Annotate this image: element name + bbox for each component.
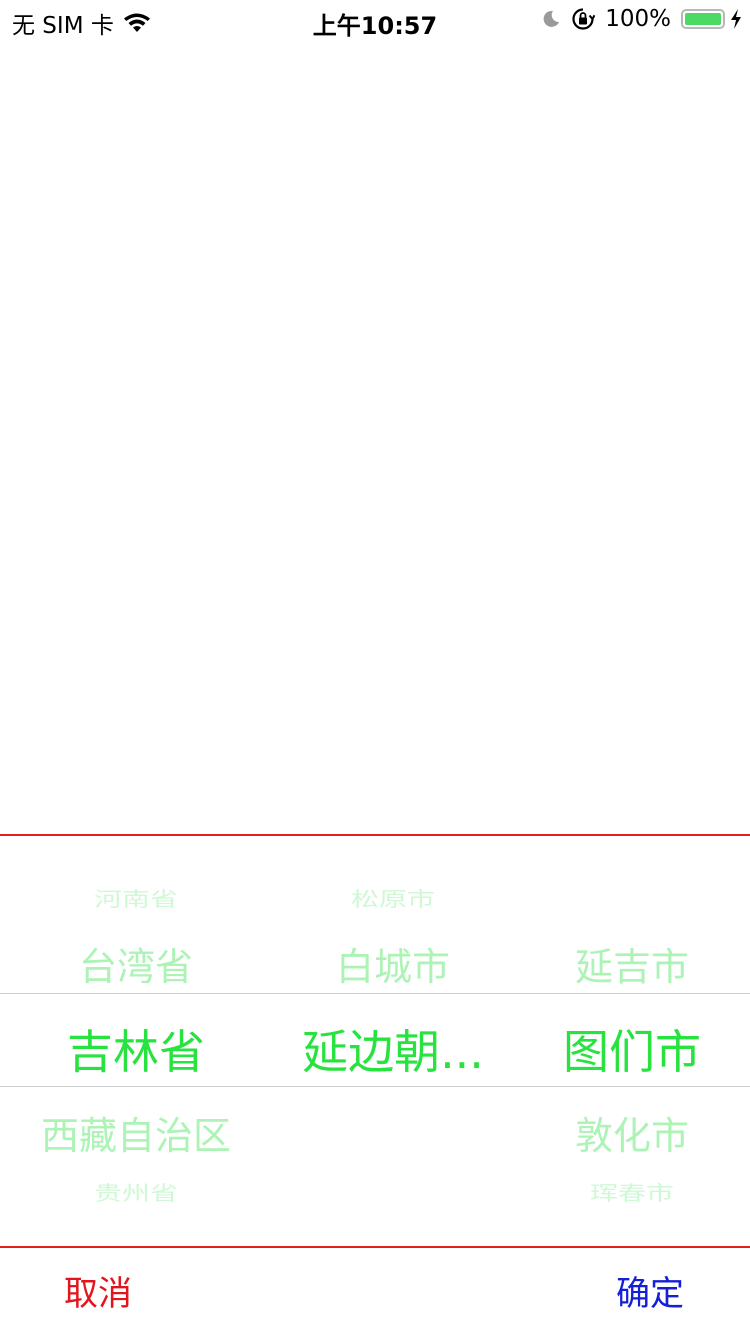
province-option[interactable]: 贵州省 bbox=[0, 1178, 272, 1207]
picker-bottom-border bbox=[0, 1246, 750, 1248]
city-column[interactable]: 松原市 白城市 延边朝... bbox=[272, 836, 514, 1246]
battery-icon bbox=[681, 9, 725, 29]
province-column[interactable]: 河南省 台湾省 吉林省 西藏自治区 贵州省 bbox=[0, 836, 272, 1246]
confirm-button[interactable]: 确定 bbox=[616, 1266, 684, 1315]
city-option[interactable]: 松原市 bbox=[272, 884, 514, 913]
city-option[interactable]: 白城市 bbox=[272, 936, 514, 991]
cancel-button[interactable]: 取消 bbox=[64, 1266, 132, 1315]
district-option[interactable]: 珲春市 bbox=[514, 1178, 750, 1207]
district-selected[interactable]: 图们市 bbox=[514, 1016, 750, 1082]
district-option[interactable]: 敦化市 bbox=[514, 1105, 750, 1160]
province-selected[interactable]: 吉林省 bbox=[0, 1016, 272, 1082]
orientation-lock-icon bbox=[571, 7, 596, 31]
battery-fill bbox=[685, 13, 721, 25]
region-picker[interactable]: 河南省 台湾省 吉林省 西藏自治区 贵州省 松原市 白城市 延边朝... 延吉市… bbox=[0, 836, 750, 1246]
moon-icon bbox=[541, 9, 561, 29]
district-option[interactable]: 延吉市 bbox=[514, 936, 750, 991]
province-option[interactable]: 河南省 bbox=[0, 884, 272, 913]
charging-icon bbox=[730, 8, 742, 30]
city-selected[interactable]: 延边朝... bbox=[272, 1016, 514, 1082]
province-option[interactable]: 台湾省 bbox=[0, 936, 272, 991]
status-right: 100% bbox=[541, 6, 742, 32]
battery-percent: 100% bbox=[605, 6, 671, 32]
province-option[interactable]: 西藏自治区 bbox=[0, 1105, 272, 1160]
district-column[interactable]: 延吉市 图们市 敦化市 珲春市 bbox=[514, 836, 750, 1246]
status-bar: 无 SIM 卡 上午10:57 100% bbox=[0, 0, 750, 40]
